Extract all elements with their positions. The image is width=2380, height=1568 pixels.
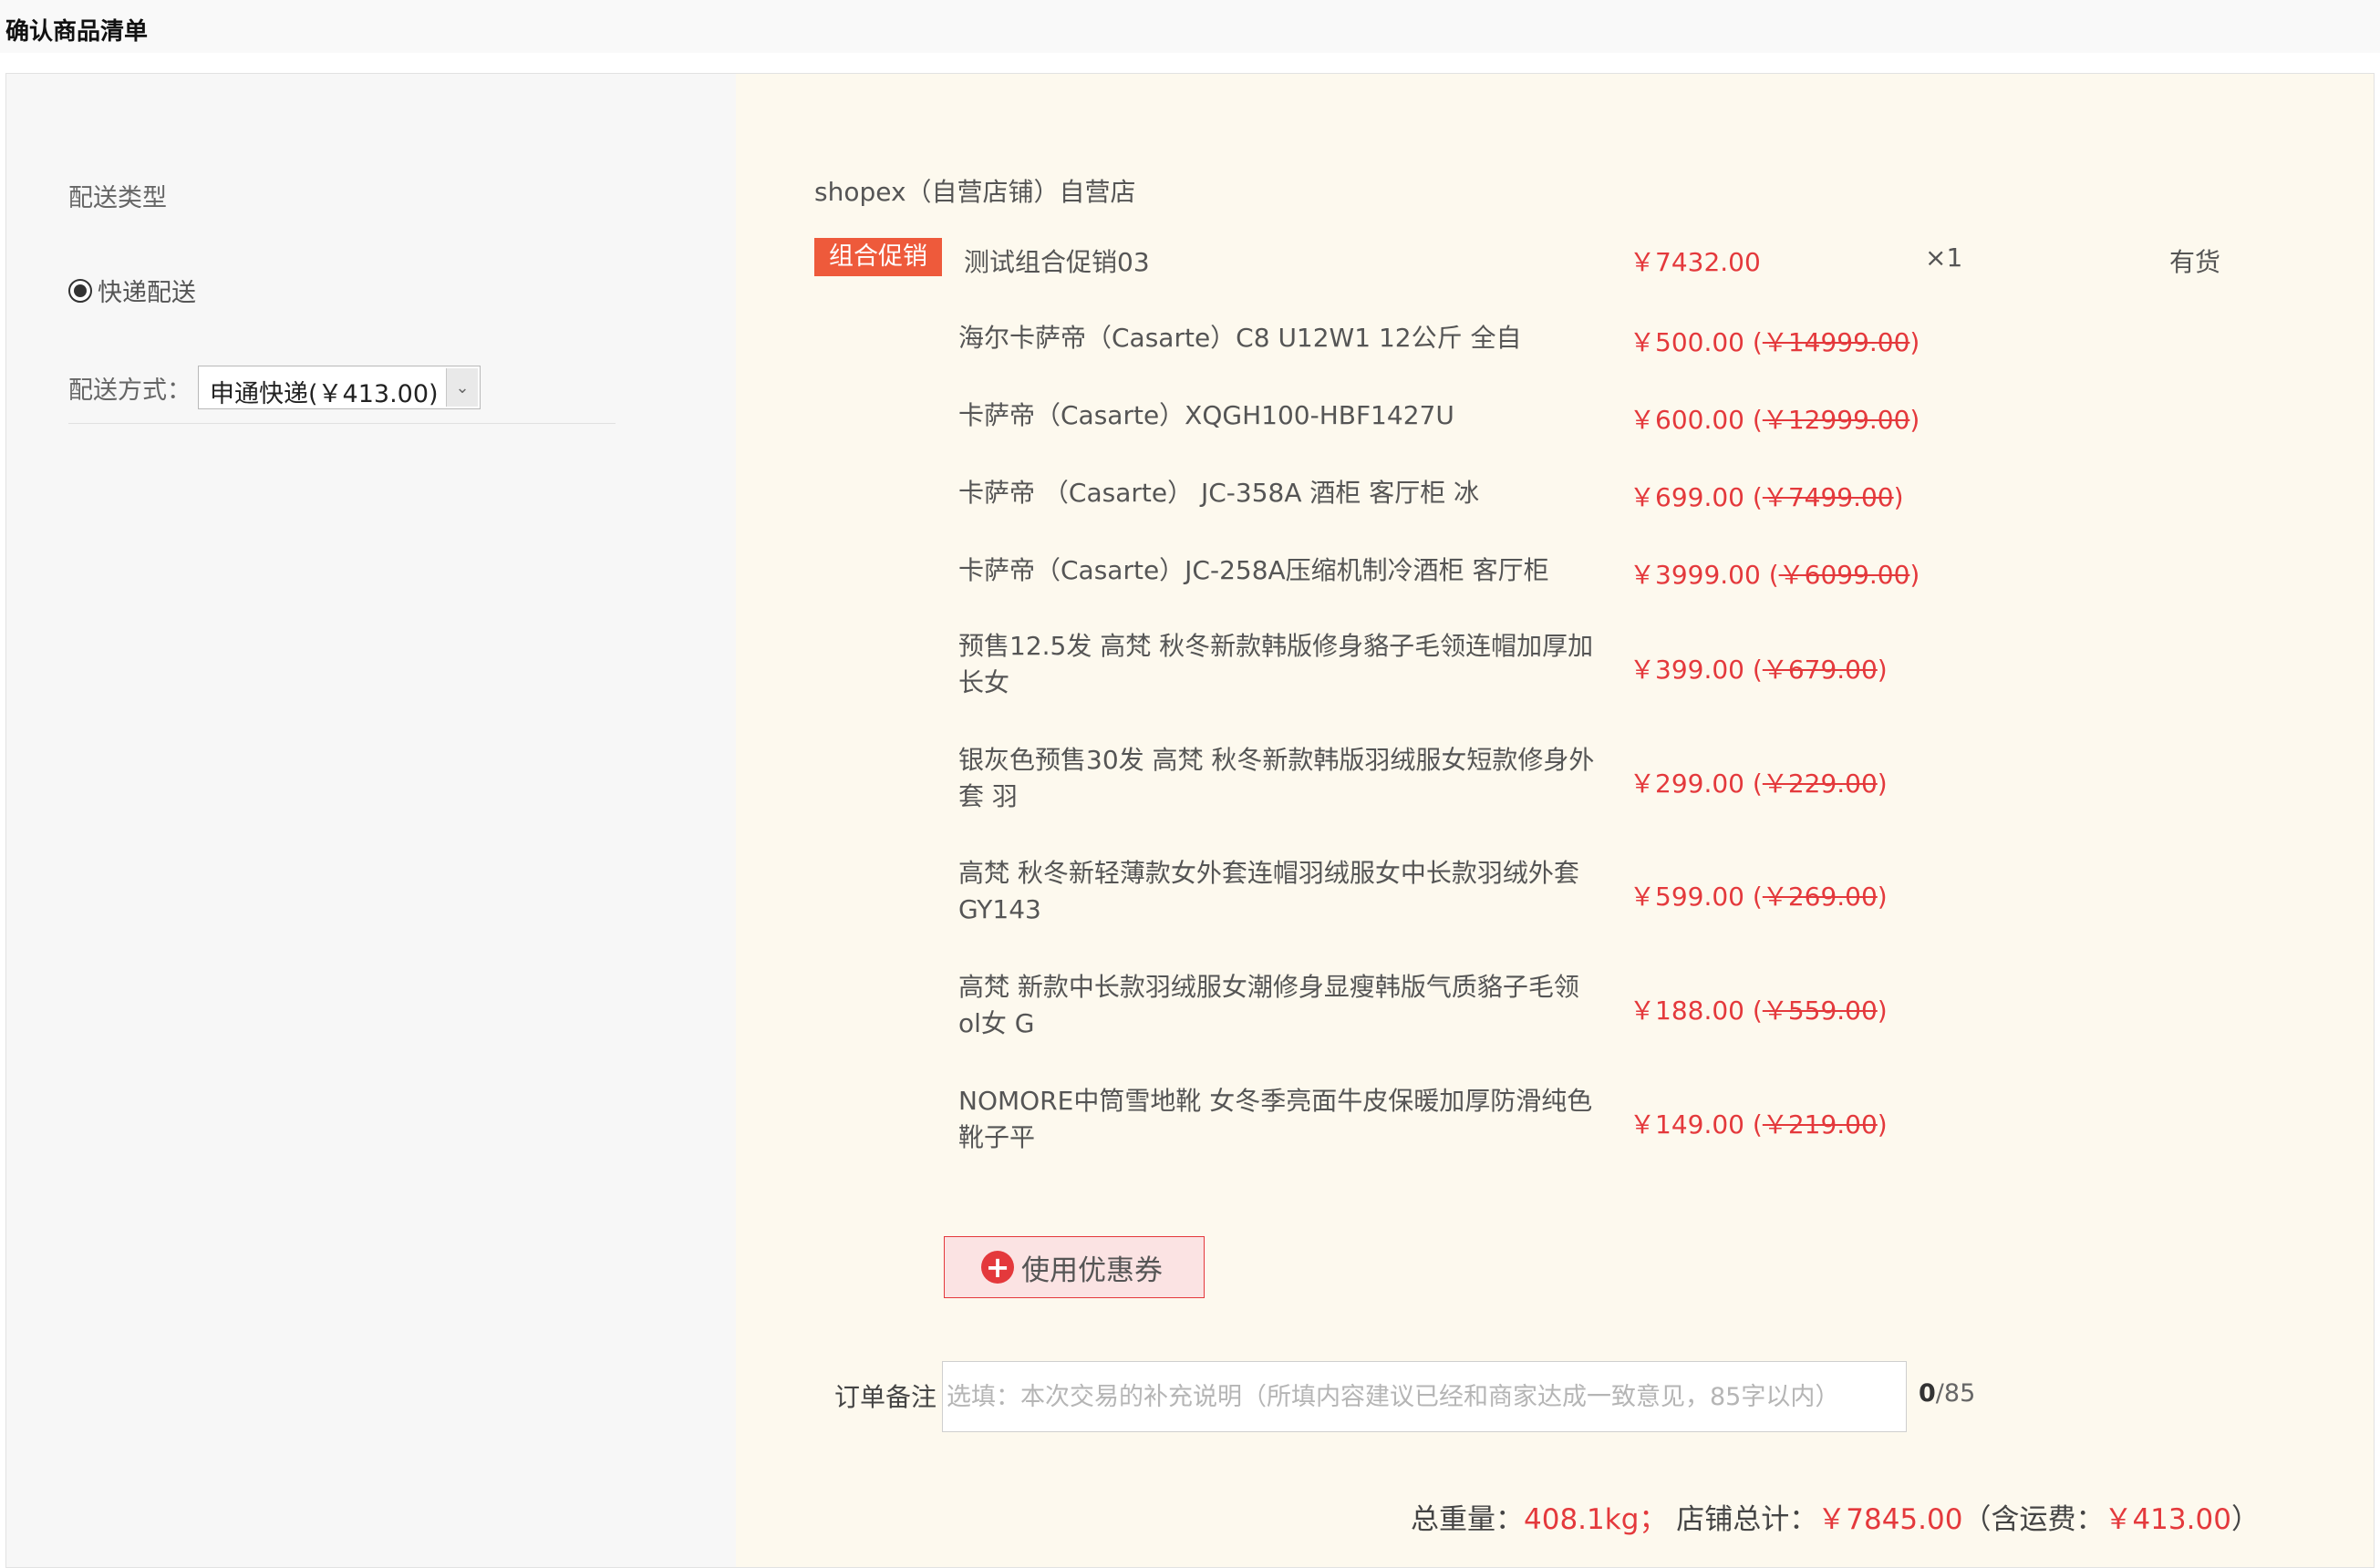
radio-selected-icon[interactable] xyxy=(68,278,92,303)
original-price: ￥679.00 xyxy=(1762,655,1878,685)
chevron-down-icon[interactable]: ⌄ xyxy=(446,368,478,407)
item-price: ￥699.00 (￥7499.00) xyxy=(1630,482,1904,512)
original-price: ￥14999.00 xyxy=(1762,327,1910,357)
original-price: ￥229.00 xyxy=(1762,769,1878,799)
item-price: ￥3999.00 (￥6099.00) xyxy=(1630,560,1920,590)
use-coupon-label: 使用优惠券 xyxy=(1021,1253,1163,1287)
original-price: ￥219.00 xyxy=(1762,1109,1878,1140)
promotion-price: ￥7432.00 xyxy=(1630,247,1761,277)
original-price: ￥6099.00 xyxy=(1778,560,1910,590)
promotion-badge: 组合促销 xyxy=(814,238,942,276)
item-name[interactable]: 卡萨帝（Casarte）XQGH100-HBF1427U xyxy=(958,397,1597,434)
item-price: ￥299.00 (￥229.00) xyxy=(1630,769,1888,799)
item-name[interactable]: 卡萨帝（Casarte）JC-258A压缩机制冷酒柜 客厅柜 xyxy=(958,552,1597,589)
delivery-method-value: 申通快递(￥413.00) xyxy=(210,380,439,408)
divider xyxy=(68,423,616,424)
plus-circle-icon: + xyxy=(981,1251,1014,1284)
original-price: ￥559.00 xyxy=(1762,995,1878,1026)
order-summary: 总重量：408.1kg； 店铺总计：￥7845.00（含运费：￥413.00） xyxy=(1411,1503,2260,1536)
original-price: ￥12999.00 xyxy=(1762,405,1910,435)
item-price: ￥600.00 (￥12999.00) xyxy=(1630,405,1920,435)
item-name[interactable]: 银灰色预售30发 高梵 秋冬新款韩版羽绒服女短款修身外套 羽 xyxy=(958,742,1597,815)
item-name[interactable]: 预售12.5发 高梵 秋冬新款韩版修身貉子毛领连帽加厚加长女 xyxy=(958,628,1597,701)
delivery-type-option-label: 快递配送 xyxy=(98,279,196,307)
order-confirm-box: 配送类型 快递配送 配送方式： 申通快递(￥413.00) ⌄ shopex（自… xyxy=(5,73,2375,1568)
remark-char-count: 0/85 xyxy=(1919,1379,1976,1408)
item-price: ￥500.00 (￥14999.00) xyxy=(1630,327,1920,357)
order-remark-label: 订单备注 xyxy=(834,1382,937,1412)
delivery-type-express-option[interactable]: 快递配送 xyxy=(68,273,196,308)
shop-total-value: ￥7845.00 xyxy=(1817,1503,1963,1536)
item-price: ￥188.00 (￥559.00) xyxy=(1630,995,1888,1026)
use-coupon-button[interactable]: + 使用优惠券 xyxy=(944,1236,1205,1298)
item-name[interactable]: 高梵 新款中长款羽绒服女潮修身显瘦韩版气质貉子毛领ol女 G xyxy=(958,969,1597,1042)
item-name[interactable]: 卡萨帝 （Casarte） JC-358A 酒柜 客厅柜 冰 xyxy=(958,475,1597,511)
item-price: ￥399.00 (￥679.00) xyxy=(1630,655,1888,685)
shipping-fee-value: ￥413.00 xyxy=(2104,1503,2231,1536)
shop-name: shopex（自营店铺）自营店 xyxy=(814,177,1136,207)
order-remark-input[interactable] xyxy=(942,1361,1907,1432)
item-name[interactable]: NOMORE中筒雪地靴 女冬季亮面牛皮保暖加厚防滑纯色靴子平 xyxy=(958,1083,1597,1156)
delivery-method-label: 配送方式： xyxy=(68,377,191,405)
delivery-method-select[interactable]: 申通快递(￥413.00) ⌄ xyxy=(198,366,481,409)
page-title: 确认商品清单 xyxy=(5,18,149,46)
weight-value: 408.1kg xyxy=(1524,1503,1640,1536)
promotion-name: 测试组合促销03 xyxy=(964,247,1150,277)
promotion-stock-status: 有货 xyxy=(2169,247,2221,277)
item-name[interactable]: 高梵 秋冬新轻薄款女外套连帽羽绒服女中长款羽绒外套GY143 xyxy=(958,855,1597,928)
item-price: ￥599.00 (￥269.00) xyxy=(1630,882,1888,912)
page-header: 确认商品清单 xyxy=(0,0,2380,53)
weight-label: 总重量： xyxy=(1411,1503,1524,1536)
goods-list-panel: shopex（自营店铺）自营店 组合促销 测试组合促销03 ￥7432.00 ×… xyxy=(736,74,2374,1567)
delivery-type-label: 配送类型 xyxy=(68,184,167,212)
item-price: ￥149.00 (￥219.00) xyxy=(1630,1109,1888,1140)
original-price: ￥7499.00 xyxy=(1762,482,1894,512)
item-name[interactable]: 海尔卡萨帝（Casarte）C8 U12W1 12公斤 全自 xyxy=(958,320,1597,356)
original-price: ￥269.00 xyxy=(1762,882,1878,912)
shop-total-label: 店铺总计： xyxy=(1676,1503,1818,1536)
promotion-quantity: ×1 xyxy=(1925,242,1963,273)
delivery-panel: 配送类型 快递配送 配送方式： 申通快递(￥413.00) ⌄ xyxy=(6,74,736,1567)
